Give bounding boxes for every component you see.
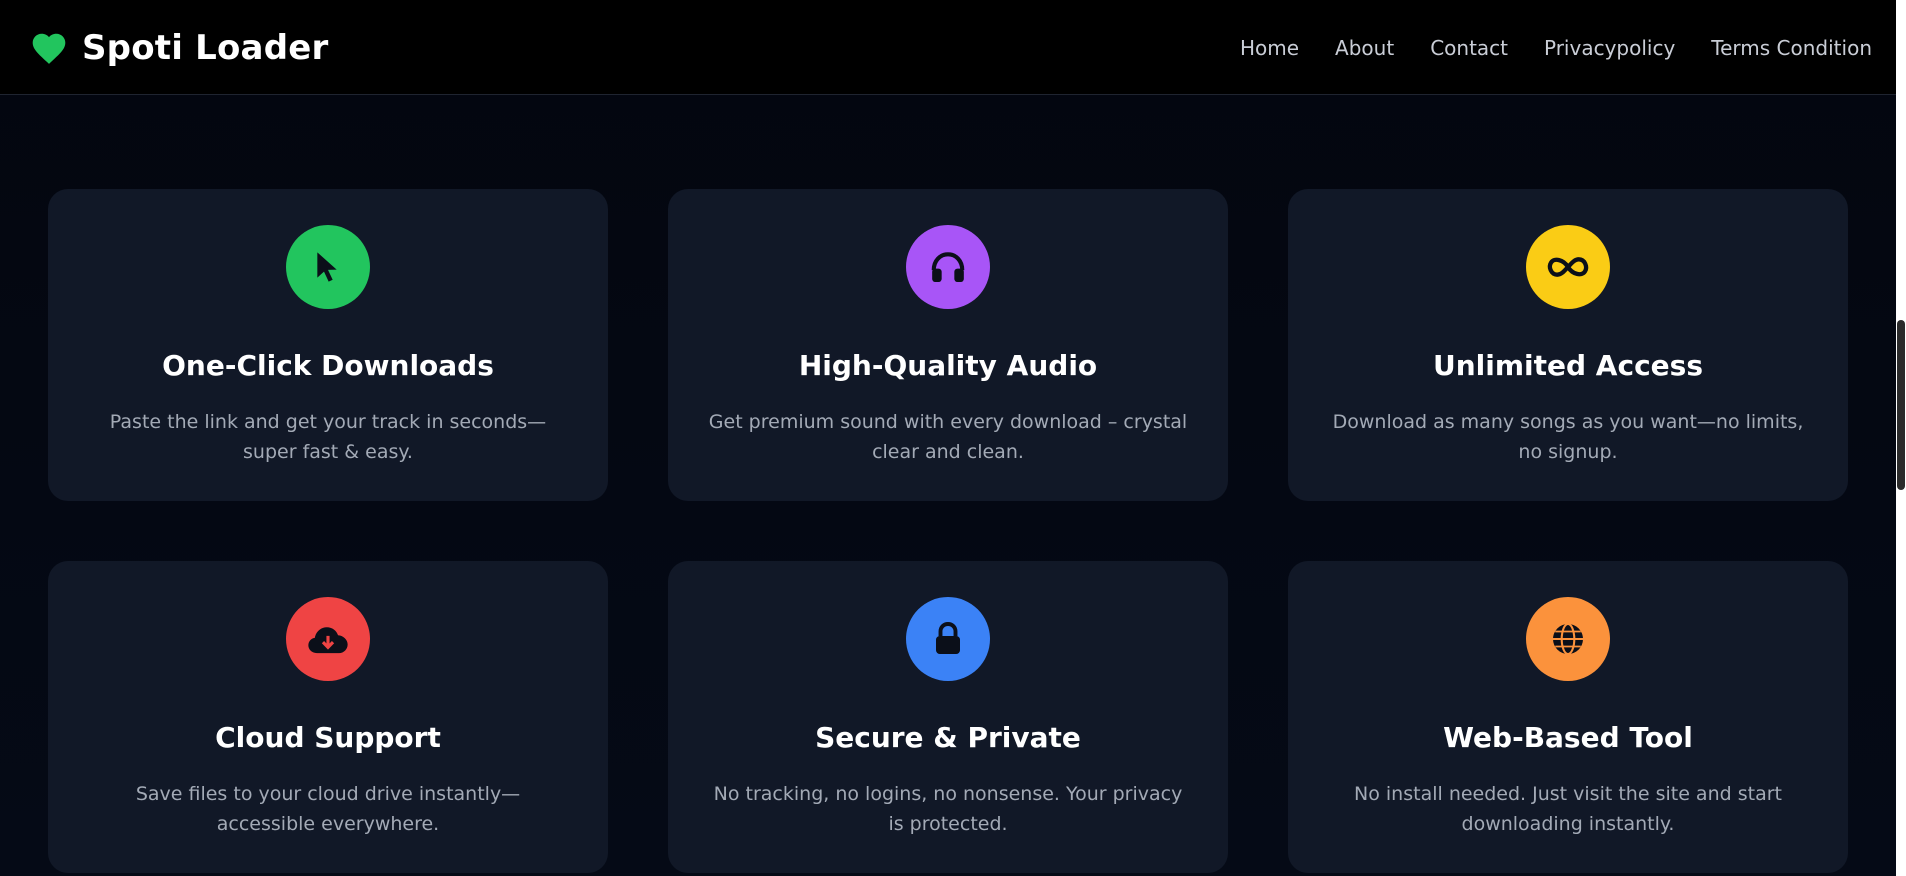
feature-title: Secure & Private (815, 721, 1081, 754)
globe-icon (1553, 622, 1583, 656)
feature-card-secure: Secure & Private No tracking, no logins,… (668, 561, 1228, 873)
icon-circle (286, 225, 370, 309)
feature-card-high-quality: High-Quality Audio Get premium sound wit… (668, 189, 1228, 501)
lock-icon (936, 622, 960, 654)
scrollbar-thumb[interactable] (1897, 320, 1905, 490)
infinity-icon (1547, 257, 1589, 277)
brand-logo[interactable]: Spoti Loader (30, 28, 328, 68)
nav-terms-condition[interactable]: Terms Condition (1711, 36, 1872, 60)
icon-circle (906, 225, 990, 309)
feature-card-web-based: Web-Based Tool No install needed. Just v… (1288, 561, 1848, 873)
feature-description: Download as many songs as you want—no li… (1332, 411, 1804, 463)
icon-circle (286, 597, 370, 681)
site-header: Spoti Loader Home About Contact Privacyp… (0, 0, 1896, 95)
feature-card-cloud-support: Cloud Support Save files to your cloud d… (48, 561, 608, 873)
icon-circle (1526, 597, 1610, 681)
nav-about[interactable]: About (1335, 36, 1394, 60)
feature-description: Save files to your cloud drive instantly… (135, 783, 521, 835)
page: Spoti Loader Home About Contact Privacyp… (0, 0, 1906, 876)
icon-circle (906, 597, 990, 681)
feature-description: Get premium sound with every download – … (708, 411, 1188, 463)
page-scrollbar[interactable] (1896, 0, 1906, 876)
feature-description: No tracking, no logins, no nonsense. You… (713, 783, 1183, 835)
feature-title: High-Quality Audio (798, 349, 1098, 382)
feature-card-unlimited: Unlimited Access Download as many songs … (1288, 189, 1848, 501)
feature-title: Unlimited Access (1433, 349, 1703, 382)
feature-card-one-click: One-Click Downloads Paste the link and g… (48, 189, 608, 501)
cloud-download-icon (308, 627, 348, 654)
feature-description: No install needed. Just visit the site a… (1354, 783, 1782, 835)
feature-description: Paste the link and get your track in sec… (109, 411, 547, 463)
nav-privacy-policy[interactable]: Privacypolicy (1544, 36, 1675, 60)
headphones-icon (931, 252, 965, 283)
feature-title: Cloud Support (215, 721, 441, 754)
feature-title: Web-Based Tool (1443, 721, 1693, 754)
brand-name: Spoti Loader (82, 28, 329, 68)
feature-title: One-Click Downloads (162, 349, 494, 382)
main-nav: Home About Contact Privacypolicy Terms C… (1204, 0, 1872, 95)
nav-contact[interactable]: Contact (1430, 36, 1508, 60)
icon-circle (1526, 225, 1610, 309)
heart-icon (30, 29, 68, 67)
nav-home[interactable]: Home (1240, 36, 1299, 60)
cursor-icon (317, 252, 337, 282)
